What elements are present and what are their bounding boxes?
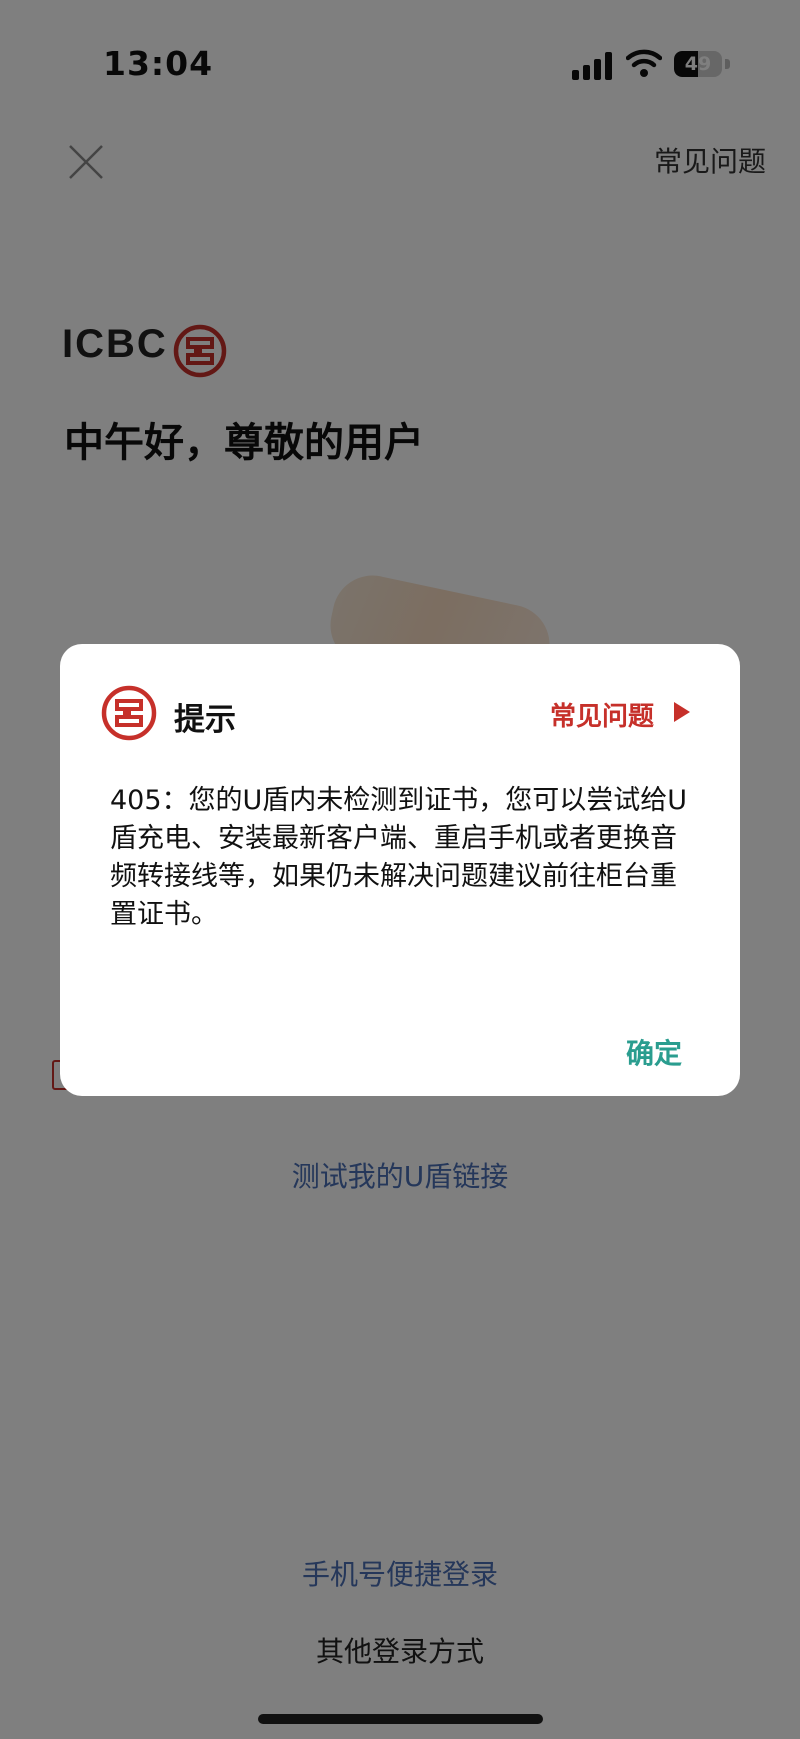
login-screen: 13:04 49 常见问题 ICBC 中午好，尊敬的用户 测试我的U盾链接 手机… <box>0 0 800 1739</box>
dialog-title: 提示 <box>174 702 236 738</box>
confirm-button[interactable]: 确定 <box>626 1032 682 1072</box>
home-indicator[interactable] <box>258 1714 543 1724</box>
icbc-logo-icon <box>101 685 157 741</box>
dialog-faq-link[interactable]: 常见问题 <box>550 696 654 733</box>
dialog-message: 405：您的U盾内未检测到证书，您可以尝试给U盾充电、安装最新客户端、重启手机或… <box>110 785 688 930</box>
error-dialog: 提示 常见问题 405：您的U盾内未检测到证书，您可以尝试给U盾充电、安装最新客… <box>60 644 740 1096</box>
play-arrow-icon[interactable] <box>672 700 692 724</box>
